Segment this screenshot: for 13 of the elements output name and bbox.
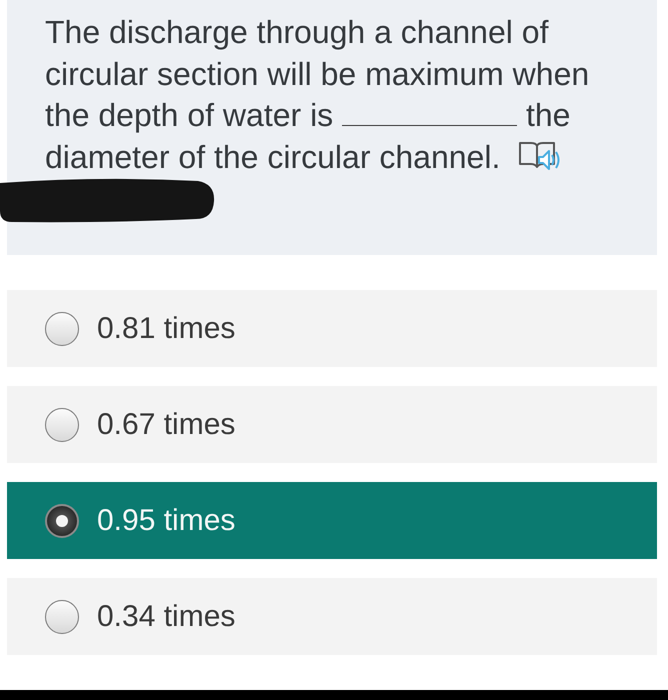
answer-option[interactable]: 0.95 times <box>7 482 657 559</box>
answer-option[interactable]: 0.34 times <box>7 578 657 655</box>
answer-option[interactable]: 0.67 times <box>7 386 657 463</box>
radio-button[interactable] <box>45 312 79 346</box>
radio-button[interactable] <box>45 504 79 538</box>
answer-option[interactable]: 0.81 times <box>7 290 657 367</box>
radio-button[interactable] <box>45 408 79 442</box>
question-text: the <box>526 97 570 133</box>
question-text: The discharge through a channel of <box>45 14 548 50</box>
question-text: diameter of the circular channel. <box>45 138 500 174</box>
question-text: the depth of water is <box>45 97 334 133</box>
radio-button[interactable] <box>45 600 79 634</box>
question-text: circular section will be maximum when <box>45 56 590 92</box>
